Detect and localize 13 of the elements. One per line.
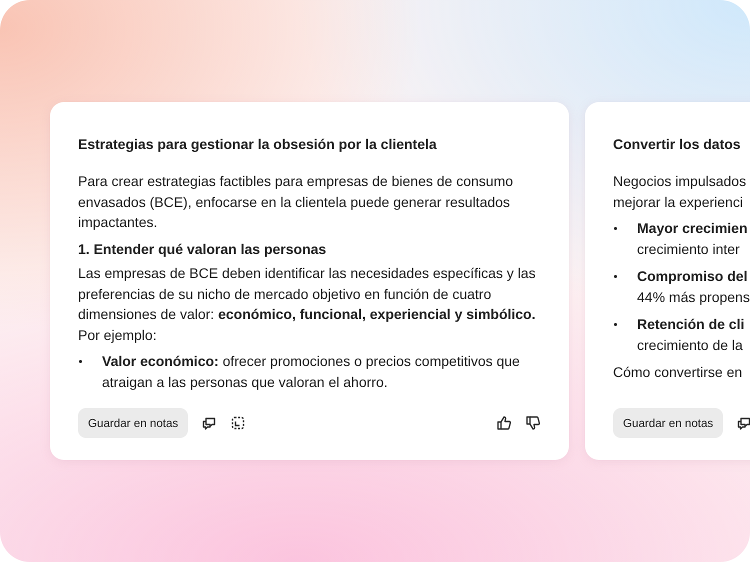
bullet-text: Valor económico: ofrecer promociones o precios competitivos que atraigan a las personas que valoran el ahorro. (102, 352, 521, 392)
section-heading: 1. Entender qué valoran las personas (78, 240, 328, 259)
bullet-text: Mayor crecimien crecimiento inter (637, 219, 748, 258)
paragraph: Negocios impulsados mejorar la experienci (613, 172, 748, 212)
paragraph: Para crear estrategias factibles para empresas de bienes de consumo envasados (BCE), enfocarse en la clientela puede generar resultados impactantes. (78, 172, 514, 232)
card-title: Estrategias para gestionar la obsesión por la clientela (78, 135, 438, 154)
paragraph: Las empresas de BCE deben identificar las necesidades específicas y las preferencias de su nicho de mercado objetivo en función de cuatro dimensiones de valor: económico, funcional, experiencial y simbólico. Por ejemplo: (78, 264, 537, 345)
card-title: Convertir los datos (613, 135, 742, 154)
bullet-text: Retención de cli crecimiento de la (637, 315, 744, 354)
paragraph: Cómo convertirse en (613, 363, 744, 382)
save-to-notes-button[interactable]: Guardar en notas (613, 408, 724, 438)
bullet-text: Compromiso del 44% más propens (637, 267, 750, 307)
save-to-notes-button[interactable]: Guardar en notas (78, 408, 188, 438)
